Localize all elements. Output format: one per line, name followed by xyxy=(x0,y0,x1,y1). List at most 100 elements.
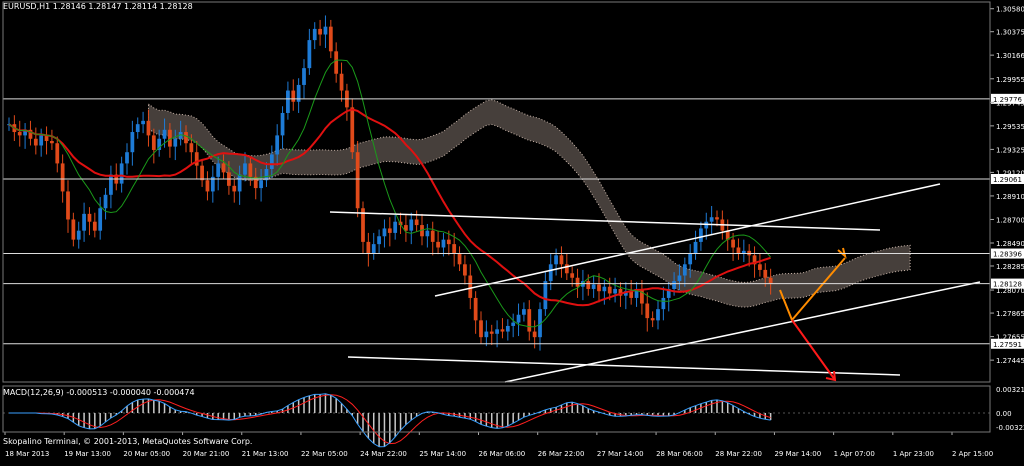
y-tick-label: 1.30166 xyxy=(996,52,1024,60)
y-tick-label: 1.29955 xyxy=(996,76,1024,84)
candle-body xyxy=(189,143,194,153)
x-tick-label: 26 Mar 22:00 xyxy=(538,450,585,458)
y-tick-label: 1.28700 xyxy=(996,216,1024,224)
candle-body xyxy=(76,230,81,240)
x-tick-label: 1 Apr 07:00 xyxy=(834,450,875,458)
candle-body xyxy=(640,288,644,304)
y-tick-label: 1.28285 xyxy=(996,263,1024,271)
x-tick-label: 27 Mar 14:00 xyxy=(597,450,644,458)
candle-body xyxy=(387,228,392,233)
candle-body xyxy=(355,152,360,209)
copyright-text: Skopalino Terminal, © 2001-2013, MetaQuo… xyxy=(3,437,253,446)
candle-body xyxy=(500,329,505,332)
y-tick-label: 1.28070 xyxy=(996,287,1024,295)
x-tick-label: 24 Mar 22:00 xyxy=(360,450,407,458)
candle-body xyxy=(82,213,86,231)
candle-body xyxy=(607,286,612,294)
candle-body xyxy=(141,120,145,125)
candle-body xyxy=(446,239,451,245)
candle-body xyxy=(243,163,247,175)
candle-body xyxy=(709,217,714,222)
candle-body xyxy=(430,230,435,242)
candle-body xyxy=(334,51,339,74)
candle-body xyxy=(731,239,735,248)
candle-body xyxy=(505,325,510,332)
candle-body xyxy=(60,163,65,192)
candle-body xyxy=(650,318,655,321)
candle-body xyxy=(103,194,108,209)
candle-body xyxy=(221,163,226,173)
candle-body xyxy=(473,297,478,321)
candle-body xyxy=(532,331,537,338)
x-tick-label: 28 Mar 06:00 xyxy=(656,450,703,458)
candle-body xyxy=(554,255,558,265)
candle-body xyxy=(146,120,151,136)
candle-body xyxy=(495,329,499,334)
candle-body xyxy=(66,191,70,220)
x-tick-label: 18 Mar 2013 xyxy=(5,450,49,458)
candle-body xyxy=(280,112,285,136)
candle-body xyxy=(98,208,103,231)
candle-body xyxy=(371,244,376,254)
candle-body xyxy=(479,320,483,338)
candle-body xyxy=(441,239,446,248)
x-tick-label: 2 Apr 15:00 xyxy=(952,450,993,458)
candle-body xyxy=(409,219,414,231)
candle-body xyxy=(55,143,60,164)
candle-body xyxy=(414,219,419,226)
macd-scale-label: 0.00 xyxy=(996,410,1012,418)
candle-body xyxy=(87,213,92,222)
candle-body xyxy=(237,174,242,192)
candle-body xyxy=(50,140,54,144)
ohlc-values: 1.28146 1.28147 1.28114 1.28128 xyxy=(52,2,193,11)
y-tick-label: 1.29325 xyxy=(996,146,1024,154)
candle-body xyxy=(162,129,167,139)
candle-body xyxy=(425,230,430,237)
x-tick-label: 25 Mar 14:00 xyxy=(419,450,466,458)
level-label: 1.28396 xyxy=(993,251,1022,259)
candle-body xyxy=(184,132,188,144)
level-label: 1.27591 xyxy=(993,341,1022,349)
candle-body xyxy=(602,286,607,292)
candle-body xyxy=(125,152,129,164)
candle-body xyxy=(645,303,650,319)
candle-body xyxy=(151,135,156,150)
candle-body xyxy=(200,165,204,181)
candle-body xyxy=(302,68,306,85)
candle-body xyxy=(597,284,601,292)
candle-body xyxy=(570,273,575,278)
macd-scale-label: -0.003223 xyxy=(996,424,1024,432)
candle-body xyxy=(39,135,44,146)
x-tick-label: 20 Mar 21:00 xyxy=(183,450,230,458)
candle-body xyxy=(564,264,569,274)
candle-body xyxy=(312,28,317,41)
candle-body xyxy=(527,309,532,332)
candle-body xyxy=(119,163,124,184)
candle-body xyxy=(205,180,210,192)
chart-window[interactable]: 1.29776 1.29061 1.28396 1.28128 1.27591 1.30… xyxy=(0,0,1024,462)
x-tick-label: 28 Mar 22:00 xyxy=(715,450,762,458)
candle-body xyxy=(672,281,676,289)
candle-body xyxy=(135,124,140,133)
candle-body xyxy=(682,264,687,276)
candle-body xyxy=(548,264,553,282)
candle-body xyxy=(173,138,178,147)
x-tick-label: 29 Mar 14:00 xyxy=(774,450,821,458)
candle-body xyxy=(109,174,113,195)
macd-label: MACD(12,26,9) xyxy=(3,388,64,397)
candle-body xyxy=(232,185,237,192)
candle-body xyxy=(350,107,355,153)
candle-body xyxy=(248,163,253,177)
candle-body xyxy=(591,284,596,289)
symbol-label: EURUSD,H1 xyxy=(3,2,51,11)
y-tick-label: 1.27865 xyxy=(996,310,1024,318)
candle-body xyxy=(17,132,22,136)
candle-body xyxy=(71,219,76,240)
y-tick-label: 1.29535 xyxy=(996,123,1024,131)
candle-body xyxy=(130,132,135,153)
candle-body xyxy=(522,309,526,315)
candle-body xyxy=(758,264,762,270)
candle-body xyxy=(511,322,516,326)
candle-body xyxy=(393,221,398,233)
candle-body xyxy=(613,288,617,294)
